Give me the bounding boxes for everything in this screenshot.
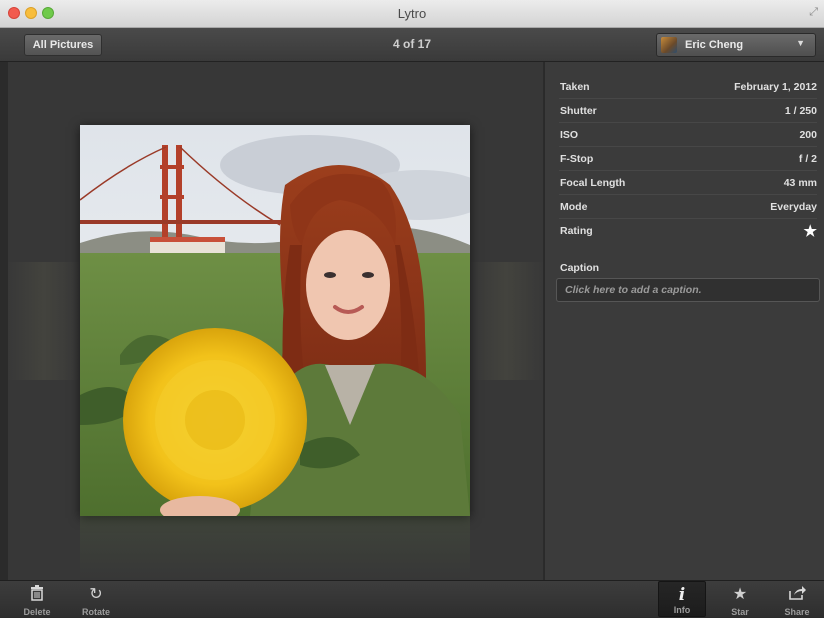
caption-input[interactable]: Click here to add a caption. (556, 278, 820, 302)
info-label: Shutter (560, 105, 597, 117)
rotate-label: Rotate (81, 607, 110, 617)
info-value: 43 mm (783, 177, 817, 189)
info-row-taken: Taken February 1, 2012 (559, 75, 817, 99)
rotate-button[interactable]: ↻ Rotate (72, 585, 120, 618)
info-row-rating: Rating ★ (559, 219, 817, 243)
delete-label: Delete (23, 607, 51, 617)
user-account-menu[interactable]: Eric Cheng ▼ (656, 33, 816, 57)
chevron-down-icon: ▼ (796, 38, 805, 48)
info-value: Everyday (770, 201, 817, 213)
top-toolbar: All Pictures 4 of 17 Eric Cheng ▼ (0, 28, 824, 62)
info-label: Taken (560, 81, 590, 93)
info-label: Info (673, 605, 691, 615)
info-value: f / 2 (798, 153, 817, 165)
info-value: 1 / 250 (784, 105, 817, 117)
info-label: Mode (560, 201, 588, 213)
info-row-focal-length: Focal Length 43 mm (559, 171, 817, 195)
main-photo[interactable] (79, 125, 490, 524)
star-icon: ★ (732, 586, 748, 603)
photo-reflection (80, 516, 470, 580)
info-panel: Taken February 1, 2012 Shutter 1 / 250 I… (544, 62, 824, 580)
info-label: F-Stop (560, 153, 594, 165)
star-button[interactable]: ★ Star (716, 585, 764, 618)
delete-button[interactable]: Delete (13, 585, 61, 618)
share-icon (773, 585, 821, 605)
info-row-fstop: F-Stop f / 2 (559, 147, 817, 171)
window-title: Lytro (397, 6, 427, 21)
info-row-shutter: Shutter 1 / 250 (559, 99, 817, 123)
info-label: Rating (560, 225, 593, 237)
rating-star-icon[interactable]: ★ (804, 222, 817, 240)
previous-photo-preview[interactable] (8, 262, 80, 380)
share-button[interactable]: Share (773, 585, 821, 618)
info-button[interactable]: i Info (658, 581, 706, 617)
star-label: Star (731, 607, 749, 617)
next-photo-preview[interactable] (470, 262, 543, 380)
rotate-icon: ↻ (89, 586, 103, 603)
info-label: ISO (560, 129, 579, 141)
window-titlebar: Lytro ⤢ (0, 0, 824, 28)
info-label: Focal Length (560, 177, 626, 189)
photo-viewer (8, 62, 543, 580)
info-row-iso: ISO 200 (559, 123, 817, 147)
bottom-toolbar: Delete ↻ Rotate i Info ★ Star Share (0, 580, 824, 617)
user-name: Eric Cheng (685, 39, 744, 51)
fullscreen-icon[interactable]: ⤢ (809, 6, 818, 19)
caption-label: Caption (560, 262, 600, 274)
avatar (661, 37, 677, 53)
trash-icon (13, 585, 61, 605)
photo-image (79, 125, 490, 524)
info-row-mode: Mode Everyday (559, 195, 817, 219)
info-icon: i (678, 585, 686, 605)
info-value: 200 (799, 129, 817, 141)
share-label: Share (784, 607, 810, 617)
info-value: February 1, 2012 (734, 81, 817, 93)
